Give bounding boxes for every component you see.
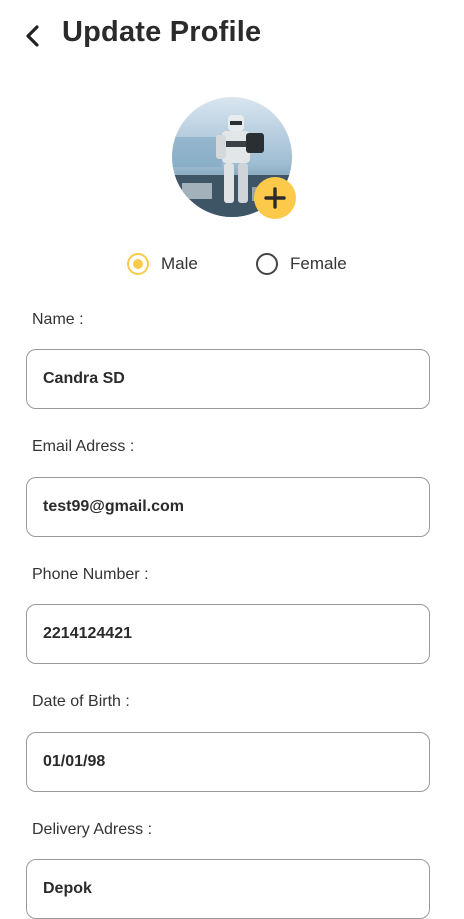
page-title: Update Profile [62, 16, 262, 48]
radio-label-female: Female [290, 254, 347, 273]
email-field[interactable] [26, 477, 430, 537]
name-label: Name : [32, 311, 84, 328]
phone-field[interactable] [26, 604, 430, 664]
name-field[interactable] [26, 349, 430, 409]
address-label: Delivery Adress : [32, 821, 153, 838]
radio-label-male: Male [161, 254, 198, 273]
radio-female[interactable] [256, 253, 278, 275]
back-button[interactable] [18, 20, 48, 52]
email-label: Email Adress : [32, 438, 135, 455]
profile-photo[interactable] [172, 97, 296, 219]
radio-male[interactable] [127, 253, 149, 275]
gender-option-male[interactable]: Male [127, 250, 198, 278]
phone-label: Phone Number : [32, 566, 149, 583]
plus-icon [264, 187, 286, 209]
gender-option-female[interactable]: Female [256, 250, 347, 278]
add-photo-button[interactable] [254, 177, 296, 219]
date-of-birth-field[interactable] [26, 732, 430, 792]
app-header: Update Profile [0, 0, 464, 72]
gender-selector: Male Female [0, 250, 464, 278]
chevron-left-icon [26, 25, 39, 47]
dob-label: Date of Birth : [32, 693, 130, 710]
delivery-address-field[interactable] [26, 859, 430, 919]
